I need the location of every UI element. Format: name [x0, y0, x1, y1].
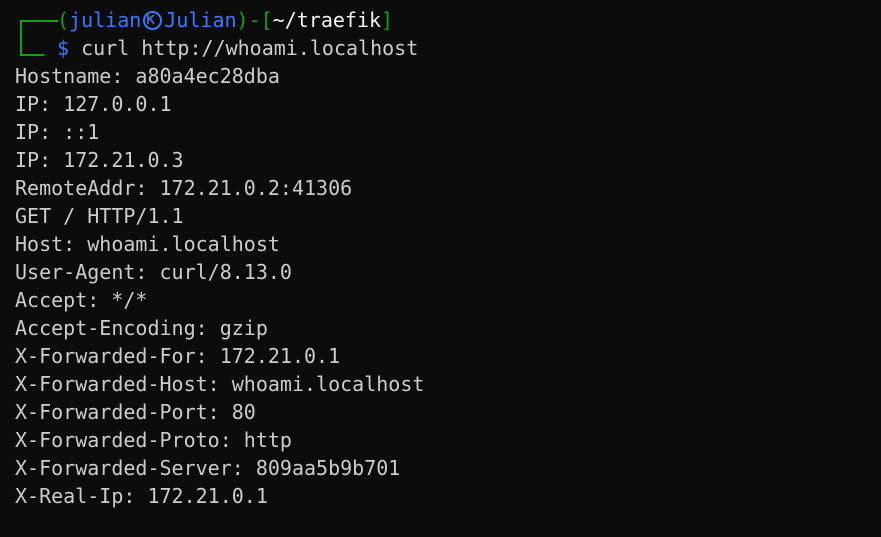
prompt-bracket-close: ]	[381, 8, 394, 32]
output-line: X-Forwarded-Port: 80	[15, 400, 256, 424]
command-text: curl http://whoami.localhost	[81, 36, 419, 60]
output-line: RemoteAddr: 172.21.0.2:41306	[15, 176, 353, 200]
kali-dragon-icon	[143, 11, 163, 30]
output-line: X-Forwarded-Host: whoami.localhost	[15, 372, 425, 396]
output-line: X-Real-Ip: 172.21.0.1	[15, 484, 268, 508]
output-line: X-Forwarded-For: 172.21.0.1	[15, 344, 341, 368]
prompt-host: Julian	[164, 8, 237, 32]
prompt-paren-close: )-[	[236, 8, 273, 32]
output-line: IP: 172.21.0.3	[15, 148, 184, 172]
prompt-directory: ~/traefik	[272, 8, 382, 32]
output-line: Host: whoami.localhost	[15, 232, 280, 256]
terminal-window[interactable]: (julian Julian)-[~/traefik] $ curl http:/…	[0, 0, 881, 537]
output-line: User-Agent: curl/8.13.0	[15, 260, 292, 284]
output-line: IP: ::1	[15, 120, 100, 144]
output-line: X-Forwarded-Server: 809aa5b9b701	[15, 456, 401, 480]
output-line: IP: 127.0.0.1	[15, 92, 172, 116]
prompt-header: (julian Julian)-[~/traefik]	[15, 6, 393, 34]
prompt-paren-open: (	[57, 8, 70, 32]
output-line: Hostname: a80a4ec28dba	[15, 64, 280, 88]
output-line: Accept-Encoding: gzip	[15, 316, 268, 340]
prompt-user: julian	[69, 8, 142, 32]
command-line: $ curl http://whoami.localhost	[15, 34, 418, 62]
output-line: X-Forwarded-Proto: http	[15, 428, 292, 452]
output-line: GET / HTTP/1.1	[15, 204, 184, 228]
output-line: Accept: */*	[15, 288, 148, 312]
prompt-symbol: $	[57, 36, 70, 60]
